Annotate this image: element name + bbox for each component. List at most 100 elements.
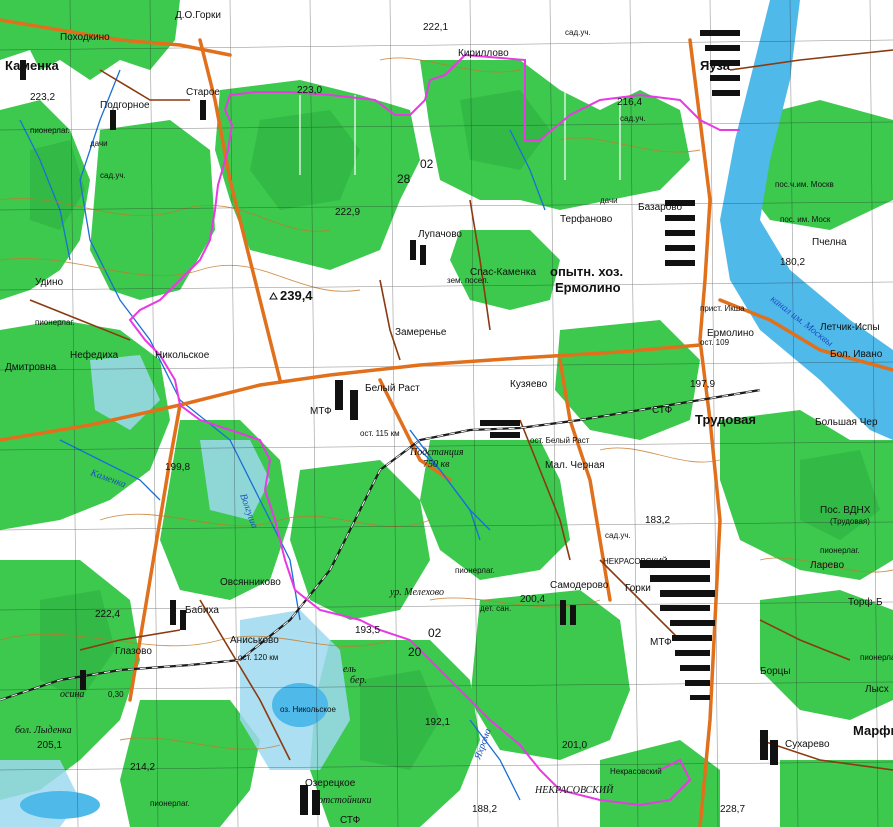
label-pionerlag5: пионерлаг. [820, 546, 860, 555]
label-ermolino: Ермолино [555, 280, 621, 295]
label-lupachovo: Лупачово [418, 229, 462, 240]
label-bol-lydenka: бол. Лыденка [15, 725, 72, 736]
label-starovo: Старое [186, 87, 220, 98]
label-pos-imeni: пос. им. Моск [780, 215, 831, 224]
label-yauza: Яуза [700, 58, 731, 73]
label-belyi-rast: Белый Раст [365, 383, 420, 394]
topographic-map[interactable]: Походкино Д.О.Горки Каменка Подгорное Ст… [0, 0, 893, 827]
elev-223-2: 223,2 [30, 92, 55, 103]
label-ost-115: ост. 115 км [360, 429, 400, 438]
label-kuzyaevo: Кузяево [510, 379, 548, 390]
label-ber-30: 0,30 [108, 690, 124, 699]
label-gorki-do: Д.О.Горки [175, 10, 221, 21]
label-gorki2: Горки [625, 583, 651, 594]
label-pos-vdnkh: Пос. ВДНХ [820, 505, 871, 516]
label-sad-uch2: сад.уч. [620, 114, 646, 123]
label-pionerlag3: пионерлаг. [455, 566, 495, 575]
label-aniskovo: Аниськово [230, 635, 279, 646]
label-ozeretskoe: Озерецкое [305, 778, 356, 789]
label-babikha: Бабиха [185, 604, 219, 616]
label-mtf2: МТФ [650, 637, 672, 648]
label-nefediha: Нефедиха [70, 349, 119, 361]
elev-222-9: 222,9 [335, 207, 360, 218]
elev-197-9: 197,9 [690, 379, 715, 390]
elev-188-2: 188,2 [472, 804, 497, 815]
label-ivanovskoe: Бол. Ивано [830, 349, 883, 360]
label-pchelna: Пчелна [812, 237, 847, 248]
label-larevo: Ларево [810, 560, 844, 571]
label-dmitrovna: Дмитровна [5, 362, 57, 373]
label-terfanovo: Терфаново [560, 213, 613, 225]
label-opytn-khoz: опытн. хоз. [550, 264, 623, 279]
label-pokhodkino: Походкино [60, 32, 110, 43]
label-pionerlag1: пионерлаг. [30, 126, 70, 135]
label-podgornoe: Подгорное [100, 100, 150, 111]
elev-199-8: 199,8 [165, 462, 190, 473]
label-osina: осина [60, 689, 84, 700]
label-pionerlag6: пионерлаг. [860, 653, 893, 662]
elev-201-0: 201,0 [562, 740, 587, 751]
elev-205-1: 205,1 [37, 740, 62, 751]
elev-228-7: 228,7 [720, 804, 745, 815]
elev-193-5: 193,5 [355, 625, 380, 636]
elev-183-2: 183,2 [645, 515, 670, 526]
label-lysk: Лысх [865, 684, 889, 695]
label-podstanciya: Подстанция [409, 447, 464, 458]
label-kamenka: Каменка [5, 58, 60, 73]
label-zem-poselok: зем. посел. [447, 276, 489, 285]
label-sukharevo: Сухарево [785, 739, 830, 750]
label-nekrasovsky2: НЕКРАСОВСКИЙ [534, 784, 614, 796]
label-det-san: дет. сан. [480, 604, 511, 613]
label-dachi1: дачи [600, 196, 618, 205]
label-ost-120: ост. 120 км [238, 653, 278, 662]
label-mtf1: МТФ [310, 406, 332, 417]
label-lake: оз. Никольское [280, 705, 336, 714]
label-ostoyniki: отстойники [318, 795, 372, 806]
label-sad-uch4: сад.уч. [605, 531, 631, 540]
label-nekrasovsky3: Некрасовский [610, 767, 662, 776]
grid-02b: 02 [428, 626, 442, 640]
label-sad-uch1: сад.уч. [565, 28, 591, 37]
label-ost-belyi-rast: ост. Белый Раст [530, 436, 590, 445]
label-ur-melekhovo: ур. Мелехово [389, 587, 444, 598]
label-pos-chkalov: пос.ч.им. Москв [775, 180, 834, 189]
label-dachi2: дачи [90, 139, 108, 148]
elev-216-4: 216,4 [617, 97, 642, 108]
elev-239-4: 239,4 [280, 288, 313, 303]
label-trudovaya: Трудовая [695, 412, 756, 427]
label-prist-ivan: прист. Икша [700, 304, 745, 313]
elev-192-1: 192,1 [425, 717, 450, 728]
elev-222-1: 222,1 [423, 22, 448, 33]
label-torf: Торф-Б [848, 596, 883, 608]
grid-28: 28 [397, 172, 411, 186]
label-ber: бер. [350, 675, 367, 686]
label-glazovo: Глазово [115, 646, 152, 657]
elev-223-0: 223,0 [297, 85, 322, 96]
label-nikolskoe: Никольское [155, 350, 210, 361]
label-zamerenye: Замеренье [395, 327, 447, 338]
label-sad-uch3: сад.уч. [100, 171, 126, 180]
label-trudovaya-sm: (Трудовая) [830, 517, 870, 526]
label-ovsyannikovo: Овсянниково [220, 577, 281, 588]
label-udino: Удино [35, 277, 64, 288]
elev-222-4: 222,4 [95, 609, 120, 620]
label-es: ель [343, 664, 357, 675]
label-pionerlag2: пионерлаг. [35, 318, 75, 327]
label-pionerlag4: пионерлаг. [150, 799, 190, 808]
elev-200-4: 200,4 [520, 594, 545, 605]
elev-180-2: 180,2 [780, 257, 805, 268]
label-podst-kv: 750 кв [423, 459, 450, 470]
label-nekrasovsky: НЕКРАСОВСКИЙ [603, 557, 668, 566]
label-tsirilovo: Кириллово [458, 48, 509, 59]
label-bolshaya-chernaya: Большая Чер [815, 417, 878, 428]
label-stf2: СТФ [340, 815, 361, 826]
grid-02a: 02 [420, 157, 434, 171]
label-mal-chernaya: Мал. Черная [545, 460, 605, 471]
label-letchin: Летчик-Испы [820, 322, 880, 333]
label-marfino: Марфи [853, 723, 893, 738]
elev-214-2: 214,2 [130, 762, 155, 773]
label-ost-109: ост. 109 [700, 338, 730, 347]
label-stf1: СТФ [652, 405, 673, 416]
label-samoderovo: Самодерово [550, 580, 609, 591]
label-bazarovo: Базарово [638, 202, 682, 213]
